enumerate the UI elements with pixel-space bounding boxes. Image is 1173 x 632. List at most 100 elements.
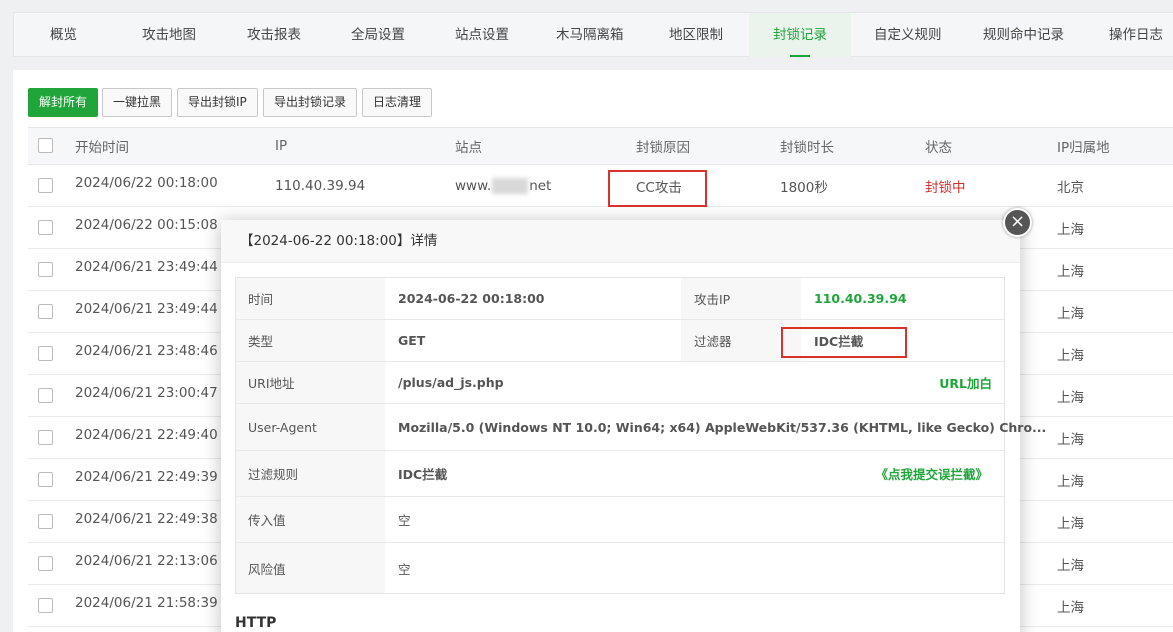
tab-custom-rules[interactable]: 自定义规则 bbox=[874, 13, 942, 57]
http-section-heading: HTTP bbox=[235, 615, 277, 631]
input-value: 空 bbox=[398, 513, 411, 528]
filter-rule-value: IDC拦截 bbox=[398, 467, 448, 482]
tab-block-records-label: 封锁记录 bbox=[773, 27, 827, 43]
row-start-time: 2024/06/21 22:49:40 bbox=[75, 426, 218, 443]
row-start-time: 2024/06/21 22:49:38 bbox=[75, 510, 218, 527]
row-checkbox[interactable] bbox=[38, 178, 53, 193]
tab-attack-report[interactable]: 攻击报表 bbox=[247, 13, 301, 57]
tab-attack-map[interactable]: 攻击地图 bbox=[142, 13, 196, 57]
time-value: 2024-06-22 00:18:00 bbox=[398, 291, 545, 306]
row-checkbox[interactable] bbox=[38, 262, 53, 277]
row-checkbox[interactable] bbox=[38, 430, 53, 445]
risk-value-label: 风险值 bbox=[236, 543, 385, 593]
risk-value: 空 bbox=[398, 561, 411, 577]
url-whitelist-link[interactable]: URL加白 bbox=[939, 362, 992, 403]
row-start-time: 2024/06/22 00:15:08 bbox=[75, 216, 218, 233]
row-ip-location: 上海 bbox=[1057, 221, 1084, 238]
row-start-time: 2024/06/21 23:49:44 bbox=[75, 258, 218, 275]
select-all-checkbox[interactable] bbox=[38, 138, 53, 153]
redacted-site-name bbox=[492, 177, 529, 194]
row-checkbox[interactable] bbox=[38, 598, 53, 613]
row-ip-location: 上海 bbox=[1057, 557, 1084, 574]
row-start-time: 2024/06/21 23:00:47 bbox=[75, 384, 218, 401]
tab-overview[interactable]: 概览 bbox=[50, 13, 77, 57]
header-site: 站点 bbox=[455, 140, 482, 156]
row-start-time: 2024/06/22 00:18:00 bbox=[75, 174, 218, 191]
row-ip-location: 上海 bbox=[1057, 347, 1084, 364]
row-checkbox[interactable] bbox=[38, 304, 53, 319]
user-agent-value: Mozilla/5.0 (Windows NT 10.0; Win64; x64… bbox=[398, 419, 1047, 435]
row-ip-location: 上海 bbox=[1057, 431, 1084, 448]
detail-table: 时间 2024-06-22 00:18:00 攻击IP 110.40.39.94… bbox=[235, 277, 1046, 594]
type-value: GET bbox=[398, 333, 426, 348]
attack-ip-value: 110.40.39.94 bbox=[814, 291, 907, 306]
detail-modal: 【2024-06-22 00:18:00】详情 时间 2024-06-22 00… bbox=[221, 220, 1046, 632]
row-ip-location: 北京 bbox=[1057, 179, 1084, 196]
row-checkbox[interactable] bbox=[38, 346, 53, 361]
row-checkbox[interactable] bbox=[38, 514, 53, 529]
tab-block-records[interactable]: 封锁记录 bbox=[749, 13, 851, 57]
site-suffix: net bbox=[529, 177, 552, 194]
row-ip-location: 上海 bbox=[1057, 599, 1084, 616]
site-prefix: www. bbox=[455, 177, 492, 194]
tab-trojan-quarantine[interactable]: 木马隔离箱 bbox=[556, 13, 624, 57]
detail-row-filter-rule: 过滤规则 IDC拦截 《点我提交误拦截》 bbox=[236, 451, 1004, 497]
header-status: 状态 bbox=[925, 140, 952, 156]
row-start-time: 2024/06/21 22:13:06 bbox=[75, 552, 218, 569]
row-start-time: 2024/06/21 22:49:39 bbox=[75, 468, 218, 485]
detail-row-input-value: 传入值 空 bbox=[236, 497, 1004, 543]
row-start-time: 2024/06/21 21:58:39 bbox=[75, 594, 218, 611]
export-blocked-ip-button[interactable]: 导出封锁IP bbox=[177, 88, 258, 117]
export-block-records-button[interactable]: 导出封锁记录 bbox=[263, 88, 358, 117]
tab-operation-log[interactable]: 操作日志 bbox=[1109, 13, 1163, 57]
row-site: www. net bbox=[455, 165, 551, 206]
row-checkbox[interactable] bbox=[38, 472, 53, 487]
row-status: 封锁中 bbox=[925, 179, 966, 196]
detail-row-time: 时间 2024-06-22 00:18:00 攻击IP 110.40.39.94 bbox=[236, 278, 1004, 320]
row-checkbox[interactable] bbox=[38, 388, 53, 403]
tab-rule-hit-records[interactable]: 规则命中记录 bbox=[983, 13, 1064, 57]
time-label: 时间 bbox=[236, 278, 385, 319]
row-ip-location: 上海 bbox=[1057, 263, 1084, 280]
detail-row-risk-value: 风险值 空 bbox=[236, 543, 1004, 593]
close-icon[interactable]: × bbox=[1003, 208, 1032, 237]
clear-log-button[interactable]: 日志清理 bbox=[362, 88, 433, 117]
modal-title: 【2024-06-22 00:18:00】详情 bbox=[221, 220, 1020, 263]
filter-highlight-box bbox=[781, 327, 907, 358]
report-false-block-link[interactable]: 《点我提交误拦截》 bbox=[875, 451, 988, 496]
unblock-all-button[interactable]: 解封所有 bbox=[28, 88, 99, 117]
tab-site-settings[interactable]: 站点设置 bbox=[455, 13, 509, 57]
row-ip-location: 上海 bbox=[1057, 473, 1084, 490]
one-click-blacklist-button[interactable]: 一键拉黑 bbox=[102, 88, 173, 117]
row-block-duration: 1800秒 bbox=[780, 179, 828, 196]
header-ip: IP bbox=[275, 138, 288, 154]
row-checkbox[interactable] bbox=[38, 220, 53, 235]
input-value-label: 传入值 bbox=[236, 497, 385, 542]
row-start-time: 2024/06/21 23:48:46 bbox=[75, 342, 218, 359]
tab-global-settings[interactable]: 全局设置 bbox=[351, 13, 405, 57]
detail-row-user-agent: User-Agent Mozilla/5.0 (Windows NT 10.0;… bbox=[236, 404, 1046, 451]
row-ip-location: 上海 bbox=[1057, 389, 1084, 406]
table-header: 开始时间 IP 站点 封锁原因 封锁时长 状态 IP归属地 bbox=[28, 127, 1173, 165]
type-label: 类型 bbox=[236, 320, 385, 361]
detail-row-uri: URI地址 /plus/ad_js.php URL加白 bbox=[236, 362, 1004, 404]
row-ip-location: 上海 bbox=[1057, 305, 1084, 322]
row-ip: 110.40.39.94 bbox=[275, 177, 366, 194]
header-block-reason: 封锁原因 bbox=[636, 140, 690, 156]
nav-tabs: 概览 攻击地图 攻击报表 全局设置 站点设置 木马隔离箱 地区限制 封锁记录 自… bbox=[13, 12, 1173, 57]
tab-region-limit[interactable]: 地区限制 bbox=[669, 13, 723, 57]
header-start-time: 开始时间 bbox=[75, 140, 129, 156]
uri-value: /plus/ad_js.php bbox=[398, 375, 504, 390]
filter-rule-label: 过滤规则 bbox=[236, 451, 385, 496]
uri-label: URI地址 bbox=[236, 362, 385, 403]
header-ip-location: IP归属地 bbox=[1057, 140, 1110, 156]
header-block-duration: 封锁时长 bbox=[780, 140, 834, 156]
reason-highlight-box bbox=[608, 170, 707, 207]
row-checkbox[interactable] bbox=[38, 556, 53, 571]
row-start-time: 2024/06/21 23:49:44 bbox=[75, 300, 218, 317]
attack-ip-label: 攻击IP bbox=[681, 278, 801, 319]
active-tab-indicator bbox=[790, 55, 810, 57]
user-agent-label: User-Agent bbox=[236, 404, 385, 450]
table-row: 2024/06/22 00:18:00 110.40.39.94 www. net… bbox=[28, 165, 1173, 207]
row-ip-location: 上海 bbox=[1057, 515, 1084, 532]
